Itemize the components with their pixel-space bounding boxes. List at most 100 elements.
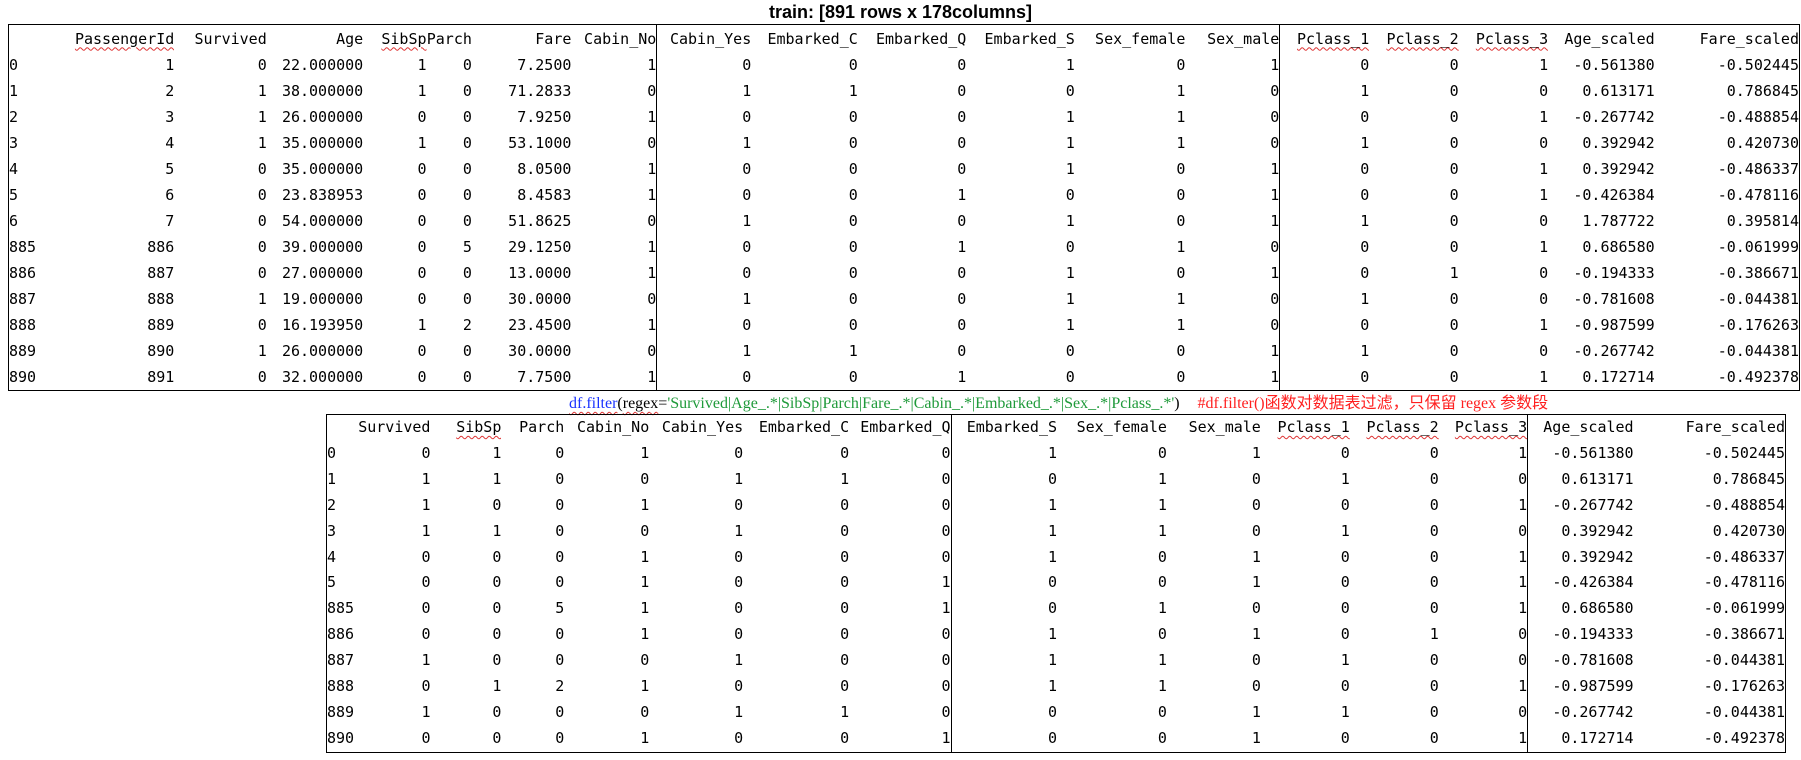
- cell-cabin-yes: 0: [742, 238, 752, 256]
- cell-embarked-q: 0: [957, 264, 967, 282]
- cell-fare-scaled: -0.486337: [1717, 160, 1799, 178]
- cell-embarked-c: 0: [840, 599, 850, 618]
- cell-age-scaled: -0.561380: [1552, 443, 1634, 462]
- cell-passengerid: 1: [165, 56, 175, 74]
- regex-keyword: regex: [622, 395, 659, 412]
- cell-pclass-3: 0: [1539, 212, 1549, 230]
- cell-cabin-yes: 0: [742, 160, 752, 178]
- index-header: [327, 415, 357, 441]
- cell-embarked-q: 0: [957, 290, 967, 308]
- cell-embarked-q: 1: [849, 570, 952, 597]
- cell-age: 16.193950: [281, 316, 364, 334]
- cell-sex-female: 1: [1176, 290, 1186, 308]
- table-row: 4 0 0 0 1 0 0 0 1 0 1 0 0 1 0.392942 -0.486337: [327, 544, 1786, 571]
- table-row: 0 0 1 0 1 0 0 0 1 0 1 0 0 1 -0.561380 -0.502445: [327, 440, 1786, 467]
- cell-sex-female: 0: [1157, 625, 1167, 644]
- row-index: 885: [9, 238, 37, 256]
- cell-age: 22.000000: [281, 56, 364, 74]
- cell-embarked-s: 1: [1047, 547, 1058, 566]
- cell-pclass-3: 1: [1539, 368, 1549, 386]
- cell-sibsp: 1: [492, 677, 502, 696]
- cell-cabin-no: 1: [571, 156, 658, 182]
- cell-parch: 0: [462, 108, 472, 126]
- column-header-cabin-no: Cabin_No: [571, 24, 658, 52]
- cell-cabin-no: 0: [640, 521, 650, 540]
- cell-passengerid: 887: [147, 264, 175, 282]
- cell-embarked-s: 0: [1047, 573, 1058, 592]
- cell-cabin-no: 0: [571, 208, 658, 234]
- cell-fare-scaled: 0.786845: [1712, 469, 1785, 488]
- cell-embarked-s: 0: [1065, 238, 1075, 256]
- cell-cabin-yes: 0: [742, 368, 752, 386]
- cell-fare-scaled: -0.492378: [1717, 368, 1799, 386]
- cell-pclass-2: 0: [1449, 108, 1459, 126]
- cell-cabin-yes: 0: [734, 443, 744, 462]
- cell-cabin-yes: 1: [734, 651, 744, 670]
- cell-cabin-yes: 1: [742, 290, 752, 308]
- column-header-pclass-2: Pclass_2: [1366, 418, 1439, 436]
- column-header-fare-scaled: Fare_scaled: [1685, 418, 1785, 436]
- cell-pclass-2: 0: [1449, 56, 1459, 74]
- cell-fare-scaled: -0.044381: [1717, 290, 1799, 308]
- row-index: 0: [327, 443, 337, 462]
- cell-pclass-3: 0: [1539, 82, 1549, 100]
- cell-cabin-no: 0: [640, 469, 650, 488]
- cell-pclass-3: 1: [1438, 725, 1529, 753]
- cell-cabin-yes: 0: [734, 677, 744, 696]
- row-index: 0: [9, 56, 19, 74]
- cell-sibsp: 0: [492, 702, 502, 721]
- cell-embarked-q: 1: [957, 238, 967, 256]
- cell-embarked-s: 0: [1047, 728, 1058, 747]
- row-index: 2: [9, 108, 19, 126]
- cell-embarked-c: 0: [848, 108, 858, 126]
- cell-pclass-3: 0: [1539, 342, 1549, 360]
- cell-age-scaled: -0.781608: [1573, 290, 1655, 308]
- cell-sex-male: 0: [1185, 104, 1281, 130]
- cell-age: 19.000000: [281, 290, 364, 308]
- cell-embarked-c: 1: [848, 342, 858, 360]
- cell-cabin-no: 1: [640, 625, 650, 644]
- cell-passengerid: 6: [165, 186, 175, 204]
- cell-age-scaled: -0.781608: [1552, 651, 1634, 670]
- cell-pclass-3: 1: [1438, 544, 1529, 571]
- table-row: 5 6 0 23.838953 0 0 8.4583 1 0 0 1 0 0 1 0 0 1 -0.426384-…: [9, 182, 1800, 208]
- cell-passengerid: 2: [165, 82, 175, 100]
- cell-embarked-c: 0: [840, 573, 850, 592]
- cell-fare-scaled: -0.386671: [1717, 264, 1799, 282]
- table-row: 2 1 0 0 1 0 0 0 1 1 0 0 0 1 -0.267742 -0.488854: [327, 492, 1786, 519]
- cell-parch: 0: [462, 56, 472, 74]
- cell-pclass-2: 0: [1449, 134, 1459, 152]
- table-row: 4 5 0 35.000000 0 0 8.0500 1 0 0 0 1 0 1 0 0 1 0.392942 -0…: [9, 156, 1800, 182]
- cell-embarked-c: 0: [848, 368, 858, 386]
- table-row: 5 0 0 0 1 0 0 1 0 0 1 0 0 1 -0.426384 -0.478116: [327, 570, 1786, 597]
- cell-cabin-yes: 0: [734, 599, 744, 618]
- cell-age: 38.000000: [281, 82, 364, 100]
- cell-embarked-s: 1: [1065, 108, 1075, 126]
- cell-pclass-1: 0: [1360, 160, 1370, 178]
- cell-fare-scaled: -0.488854: [1703, 495, 1785, 514]
- cell-sex-female: 1: [1157, 469, 1167, 488]
- cell-cabin-yes: 0: [734, 573, 744, 592]
- table-row: 1 1 1 0 0 1 1 0 0 1 0 1 0 0 0.613171 0.786845: [327, 466, 1786, 493]
- cell-fare: 30.0000: [508, 342, 572, 360]
- cell-sex-female: 1: [1176, 82, 1186, 100]
- cell-embarked-q: 0: [849, 440, 952, 467]
- cell-cabin-yes: 0: [742, 186, 752, 204]
- cell-fare-scaled: -0.478116: [1703, 573, 1785, 592]
- cell-sibsp: 1: [417, 316, 427, 334]
- cell-sibsp: 0: [492, 728, 502, 747]
- cell-pclass-2: 0: [1429, 495, 1439, 514]
- cell-embarked-c: 0: [840, 677, 850, 696]
- cell-sex-male: 1: [1251, 573, 1261, 592]
- cell-embarked-s: 0: [1047, 702, 1058, 721]
- cell-pclass-2: 0: [1449, 82, 1459, 100]
- cell-parch: 0: [555, 547, 565, 566]
- table-row: 3 4 1 35.000000 1 0 53.1000 0 1 0 0 1 1 0 1 0 0 0.392942 0…: [9, 130, 1800, 156]
- cell-embarked-q: 0: [849, 674, 952, 700]
- cell-pclass-2: 0: [1449, 160, 1459, 178]
- cell-embarked-q: 0: [849, 544, 952, 571]
- cell-parch: 0: [555, 702, 565, 721]
- row-index: 885: [327, 599, 355, 618]
- cell-parch: 0: [555, 625, 565, 644]
- cell-sex-female: 0: [1176, 342, 1186, 360]
